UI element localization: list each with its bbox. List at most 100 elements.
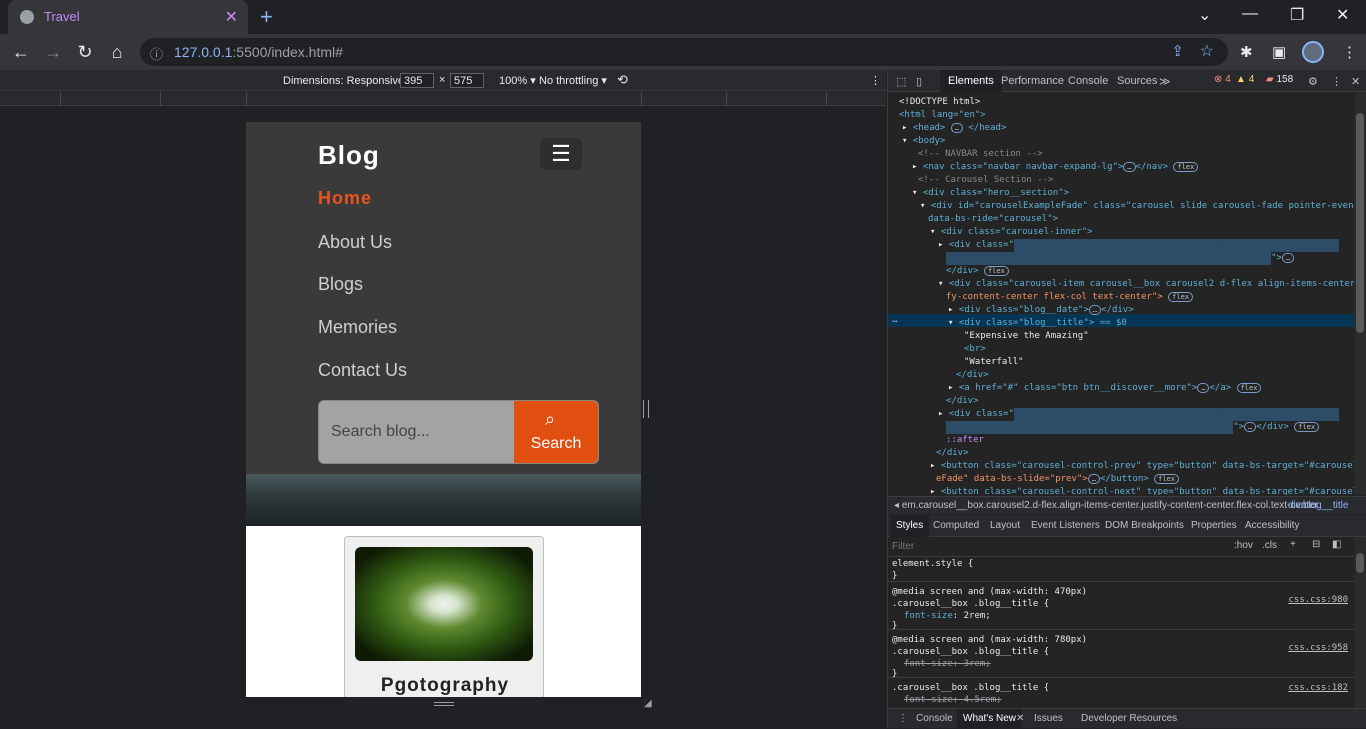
new-rule-icon[interactable]: + (1290, 539, 1296, 550)
cls-toggle[interactable]: .cls (1262, 540, 1277, 551)
styles-pane[interactable]: element.style { } @media screen and (max… (888, 558, 1354, 708)
drawer-tab-close-icon[interactable]: ✕ (1016, 713, 1024, 724)
devtools-close-icon[interactable]: ✕ (1351, 75, 1360, 88)
drawer-menu-icon[interactable]: ⋮ (898, 713, 908, 724)
browser-tab[interactable]: Travel ✕ (8, 0, 248, 34)
tab-close-button[interactable]: ✕ (225, 7, 238, 27)
dom-line[interactable]: "Expensive the Amazing" (964, 330, 1089, 343)
styles-scrollbar[interactable] (1354, 537, 1366, 708)
url-text[interactable]: 127.0.0.1:5500/index.html# (174, 44, 343, 60)
nav-contact-us[interactable]: Contact Us (318, 360, 407, 381)
close-window-button[interactable]: ✕ (1336, 5, 1349, 25)
devtools-more-icon[interactable]: ⋮ (1331, 75, 1342, 88)
dom-line[interactable]: data-bs-ride="carousel"> (928, 213, 1058, 226)
tab-dom-breakpoints[interactable]: DOM Breakpoints (1105, 520, 1184, 531)
new-tab-button[interactable]: + (260, 4, 273, 30)
profile-avatar[interactable] (1302, 41, 1324, 63)
dom-line[interactable]: ▸ <div class="carousel-item carousel__bo… (938, 408, 1339, 421)
tab-accessibility[interactable]: Accessibility (1245, 520, 1299, 531)
viewport-width-input[interactable] (400, 73, 434, 88)
dom-line[interactable]: ter justify-content-center flex-col text… (946, 421, 1320, 434)
dom-line[interactable]: ::after (946, 434, 984, 447)
computed-toggle-icon[interactable]: ⊟ (1312, 539, 1320, 550)
tab-sources[interactable]: Sources (1117, 75, 1157, 87)
dom-line[interactable]: ▸ <div class="carousel-item carousel__bo… (938, 239, 1339, 252)
menu-kebab-icon[interactable]: ⋮ (1342, 43, 1357, 61)
drawer-tab-whats-new[interactable]: What's New (957, 709, 1023, 729)
media-query-ruler[interactable] (0, 92, 886, 106)
tab-properties[interactable]: Properties (1191, 520, 1237, 531)
dom-line[interactable]: ▸ <div class="blog__date">… </div> (948, 304, 1134, 317)
issues-count[interactable]: ▰ 158 (1266, 74, 1293, 85)
blog-card[interactable]: Pgotography (344, 536, 544, 697)
warning-count[interactable]: ▲ 4 (1236, 74, 1254, 85)
nav-blogs[interactable]: Blogs (318, 274, 363, 295)
dimensions-dropdown[interactable]: Dimensions: Responsive ▾ (283, 74, 413, 87)
throttling-dropdown[interactable]: No throttling ▾ (539, 74, 607, 87)
dom-line[interactable]: ▾ <body> (902, 135, 945, 148)
nav-home[interactable]: Home (318, 188, 372, 209)
dom-line[interactable]: ter justify-content-center flex-col text… (946, 252, 1295, 265)
settings-gear-icon[interactable]: ⚙ (1308, 75, 1318, 88)
dom-line[interactable]: <br> (964, 343, 986, 356)
drawer-tab-developer-resources[interactable]: Developer Resources (1081, 713, 1177, 724)
tab-performance[interactable]: Performance (1001, 75, 1064, 87)
dom-line[interactable]: <html lang="en"> (899, 109, 986, 122)
reload-icon[interactable]: ↻ (74, 41, 96, 63)
tab-search-icon[interactable]: ⌄ (1198, 5, 1211, 25)
sidebar-toggle-icon[interactable]: ◧ (1332, 539, 1341, 550)
minimize-button[interactable]: — (1242, 5, 1258, 23)
tab-event-listeners[interactable]: Event Listeners (1031, 520, 1100, 531)
dom-line[interactable]: <!-- Carousel Section --> (918, 174, 1053, 187)
breadcrumb-item-current[interactable]: div.blog__title (1288, 500, 1348, 511)
more-tabs-icon[interactable]: ≫ (1159, 75, 1171, 88)
dom-line-ellipsis[interactable]: … (892, 314, 897, 327)
source-link[interactable]: css.css:980 (1288, 594, 1348, 606)
hamburger-menu-icon[interactable]: ☰ (540, 138, 582, 170)
address-bar[interactable]: ⓘ 127.0.0.1:5500/index.html# ⇪ ☆ (140, 38, 1228, 66)
tab-console[interactable]: Console (1068, 75, 1108, 87)
home-icon[interactable]: ⌂ (106, 41, 128, 63)
side-panel-icon[interactable]: ▣ (1272, 43, 1286, 61)
dom-scrollbar[interactable] (1354, 93, 1366, 495)
dom-line[interactable]: </div> (936, 447, 969, 460)
hov-toggle[interactable]: :hov (1234, 540, 1253, 551)
zoom-dropdown[interactable]: 100% ▾ (499, 74, 536, 87)
tab-elements[interactable]: Elements (940, 70, 1002, 92)
share-icon[interactable]: ⇪ (1171, 42, 1184, 60)
dom-line[interactable]: </div> flex (946, 265, 1009, 278)
back-icon[interactable]: ← (10, 41, 32, 63)
dom-line[interactable]: ▸ <head> … </head> (902, 122, 1006, 135)
dom-tree[interactable]: <!DOCTYPE html> <html lang="en"> ▸ <head… (888, 93, 1354, 495)
dom-line[interactable]: ▾ <div class="carousel-inner"> (930, 226, 1093, 239)
dom-line[interactable]: eFade" data-bs-slide="prev">… </button> f… (936, 473, 1179, 486)
dom-line[interactable]: <!-- NAVBAR section --> (918, 148, 1043, 161)
dom-line[interactable]: </div> (956, 369, 989, 382)
resize-corner-icon[interactable]: ◢ (644, 698, 652, 709)
device-toggle-icon[interactable]: ▯ (916, 75, 922, 88)
dom-line-selected[interactable]: ▾ <div class="blog__title"> == $0 (948, 317, 1127, 330)
bookmark-star-icon[interactable]: ☆ (1200, 41, 1214, 61)
forward-icon[interactable]: → (42, 41, 64, 63)
search-input[interactable] (319, 401, 515, 463)
nav-memories[interactable]: Memories (318, 317, 397, 338)
nav-about-us[interactable]: About Us (318, 232, 392, 253)
dom-line[interactable]: ▾ <div class="hero__section"> (912, 187, 1069, 200)
extensions-icon[interactable]: ✱ (1240, 43, 1253, 61)
source-link[interactable]: css.css:958 (1288, 642, 1348, 654)
dom-line[interactable]: fy-content-center flex-col text-center">… (946, 291, 1194, 304)
dom-line[interactable]: <!DOCTYPE html> (899, 96, 980, 109)
source-link[interactable]: css.css:182 (1288, 682, 1348, 694)
dom-line[interactable]: ▾ <div class="carousel-item carousel__bo… (938, 278, 1354, 291)
drawer-tab-console[interactable]: Console (916, 713, 953, 724)
dom-line[interactable]: ▸ <nav class="navbar navbar-expand-lg">…… (912, 161, 1199, 174)
resize-handle-right[interactable] (643, 400, 649, 418)
tab-styles[interactable]: Styles (890, 515, 930, 537)
dom-line[interactable]: ▸ <button class="carousel-control-next" … (930, 486, 1354, 495)
viewport-height-input[interactable] (450, 73, 484, 88)
restore-button[interactable]: ❐ (1290, 5, 1304, 25)
dom-line[interactable]: ▸ <a href="#" class="btn btn__discover__… (948, 382, 1262, 395)
tab-computed[interactable]: Computed (933, 520, 979, 531)
device-more-icon[interactable]: ⋮ (870, 74, 881, 87)
site-brand[interactable]: Blog (318, 140, 380, 171)
